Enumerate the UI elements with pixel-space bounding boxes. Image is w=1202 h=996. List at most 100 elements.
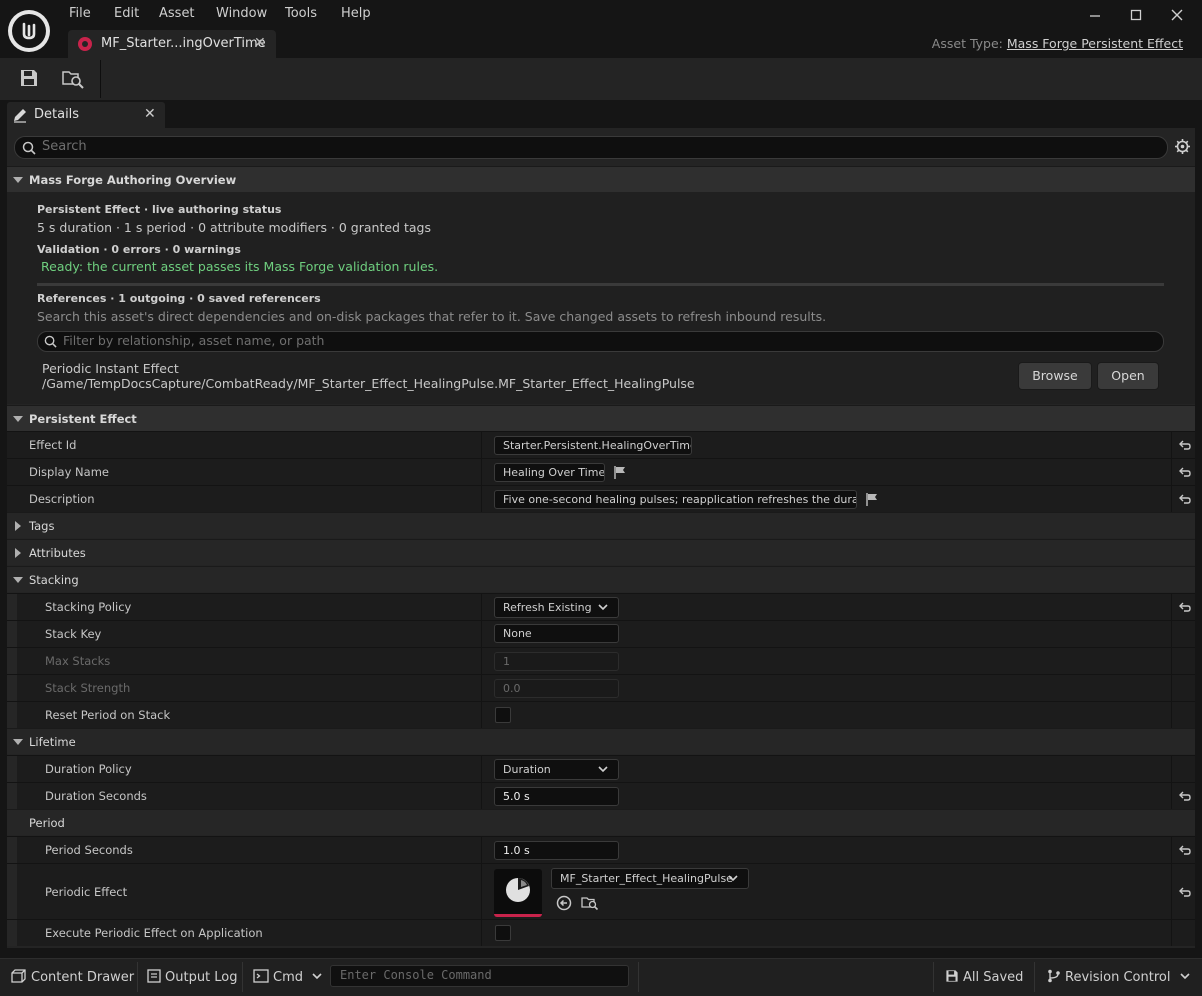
collapsed-arrow-icon: [15, 548, 21, 558]
asset-type-link[interactable]: Mass Forge Persistent Effect: [1007, 36, 1183, 51]
period-seconds-field[interactable]: 1.0 s: [494, 841, 619, 860]
asset-document-tab[interactable]: MF_Starter...ingOverTime ✕: [68, 30, 276, 58]
asset-tab-label: MF_Starter...ingOverTime: [101, 36, 266, 51]
all-saved-button[interactable]: All Saved: [945, 969, 1023, 985]
use-selected-asset-icon[interactable]: [556, 895, 572, 911]
cmd-label: Cmd: [273, 970, 303, 985]
gear-icon[interactable]: [1174, 138, 1191, 155]
property-row-reset-period-on-stack: Reset Period on Stack: [7, 701, 1195, 728]
property-row-duration-seconds: Duration Seconds 5.0 s: [7, 782, 1195, 809]
browse-to-asset-icon[interactable]: [61, 68, 85, 90]
duration-seconds-field[interactable]: 5.0 s: [494, 787, 619, 806]
category-label: Tags: [29, 519, 55, 533]
all-saved-label: All Saved: [963, 970, 1024, 985]
overview-divider: [37, 283, 1164, 286]
menu-file[interactable]: File: [69, 6, 91, 21]
references-help: Search this asset's direct dependencies …: [37, 309, 827, 324]
execute-on-application-checkbox[interactable]: [495, 925, 511, 941]
category-stacking[interactable]: Stacking: [7, 566, 1195, 592]
category-label: Stacking: [29, 573, 79, 587]
dropdown-value: Refresh Existing: [503, 601, 592, 614]
category-tags[interactable]: Tags: [7, 512, 1195, 538]
category-label: Persistent Effect: [29, 412, 137, 426]
details-tab-label: Details: [34, 107, 80, 122]
status-summary: 5 s duration · 1 s period · 0 attribute …: [37, 220, 431, 235]
save-icon[interactable]: [19, 68, 39, 88]
terminal-icon: [253, 969, 269, 983]
menu-edit[interactable]: Edit: [114, 6, 139, 21]
asset-type-info: Asset Type: Mass Forge Persistent Effect: [932, 36, 1183, 51]
output-log-button[interactable]: Output Log: [147, 969, 238, 985]
reset-to-default-icon[interactable]: [1178, 492, 1192, 506]
category-authoring-overview[interactable]: Mass Forge Authoring Overview: [7, 166, 1195, 192]
content-drawer-button[interactable]: Content Drawer: [11, 969, 134, 985]
property-label: Display Name: [29, 465, 109, 479]
category-persistent-effect[interactable]: Persistent Effect: [7, 405, 1195, 431]
output-log-label: Output Log: [165, 970, 238, 985]
browse-button[interactable]: Browse: [1018, 362, 1092, 390]
content-drawer-label: Content Drawer: [31, 970, 135, 985]
category-label: Attributes: [29, 546, 86, 560]
duration-policy-dropdown[interactable]: Duration: [494, 759, 619, 780]
display-name-field[interactable]: Healing Over Time: [494, 463, 605, 482]
localization-flag-icon[interactable]: [613, 465, 627, 479]
minimize-button[interactable]: [1086, 6, 1104, 24]
property-row-stacking-policy: Stacking Policy Refresh Existing: [7, 593, 1195, 620]
menu-help[interactable]: Help: [341, 6, 371, 21]
reset-to-default-icon[interactable]: [1178, 885, 1192, 899]
reset-to-default-icon[interactable]: [1178, 465, 1192, 479]
pie-icon: [506, 878, 530, 902]
menu-window[interactable]: Window: [216, 6, 267, 21]
chevron-down-icon: [598, 603, 608, 611]
property-label: Stack Key: [45, 627, 102, 641]
details-tab[interactable]: Details ✕: [7, 102, 165, 128]
stacking-policy-dropdown[interactable]: Refresh Existing: [494, 597, 619, 618]
unreal-logo-icon[interactable]: [8, 10, 50, 52]
reset-to-default-icon[interactable]: [1178, 843, 1192, 857]
close-details-tab-icon[interactable]: ✕: [144, 106, 156, 122]
close-tab-icon[interactable]: ✕: [254, 35, 266, 51]
reset-period-checkbox[interactable]: [495, 707, 511, 723]
property-row-duration-policy: Duration Policy Duration: [7, 755, 1195, 782]
browse-to-asset-icon[interactable]: [581, 895, 599, 911]
revision-control-button[interactable]: Revision Control: [1047, 969, 1190, 985]
effect-id-field[interactable]: Starter.Persistent.HealingOverTime: [494, 436, 692, 455]
details-search-input[interactable]: Search: [14, 136, 1168, 159]
localization-flag-icon[interactable]: [865, 492, 879, 506]
category-period[interactable]: Period: [7, 809, 1195, 835]
description-field[interactable]: Five one-second healing pulses; reapplic…: [494, 490, 857, 509]
property-label: Period Seconds: [45, 843, 133, 857]
references-title: References · 1 outgoing · 0 saved refere…: [37, 292, 321, 305]
cmd-selector[interactable]: Cmd: [253, 969, 322, 985]
menu-asset[interactable]: Asset: [159, 6, 195, 21]
chevron-down-icon: [598, 765, 608, 773]
asset-thumbnail[interactable]: [494, 869, 542, 917]
open-button[interactable]: Open: [1097, 362, 1159, 390]
max-stacks-field: 1: [494, 652, 619, 671]
stack-key-field[interactable]: None: [494, 624, 619, 643]
reset-to-default-icon[interactable]: [1178, 789, 1192, 803]
category-attributes[interactable]: Attributes: [7, 539, 1195, 565]
property-row-display-name: Display Name Healing Over Time: [7, 458, 1195, 485]
property-label: Effect Id: [29, 438, 77, 452]
reference-type: Periodic Instant Effect: [42, 361, 179, 376]
category-lifetime[interactable]: Lifetime: [7, 728, 1195, 754]
asset-type-label: Asset Type:: [931, 36, 1003, 51]
save-icon: [945, 969, 959, 983]
reset-to-default-icon[interactable]: [1178, 438, 1192, 452]
validation-title: Validation · 0 errors · 0 warnings: [37, 243, 241, 256]
console-command-input[interactable]: Enter Console Command: [330, 965, 629, 987]
collapsed-arrow-icon: [15, 521, 21, 531]
references-filter-input[interactable]: Filter by relationship, asset name, or p…: [37, 331, 1164, 352]
close-window-button[interactable]: [1168, 6, 1186, 24]
search-icon: [22, 141, 36, 155]
revision-control-label: Revision Control: [1065, 970, 1171, 985]
menu-tools[interactable]: Tools: [285, 6, 317, 21]
property-row-stack-key: Stack Key None: [7, 620, 1195, 647]
content-drawer-icon: [11, 969, 27, 983]
periodic-effect-asset-picker[interactable]: MF_Starter_Effect_HealingPulse: [551, 868, 749, 889]
property-label: Stack Strength: [45, 681, 131, 695]
reset-to-default-icon[interactable]: [1178, 600, 1192, 614]
maximize-button[interactable]: [1127, 6, 1145, 24]
asset-type-icon: [78, 37, 92, 51]
